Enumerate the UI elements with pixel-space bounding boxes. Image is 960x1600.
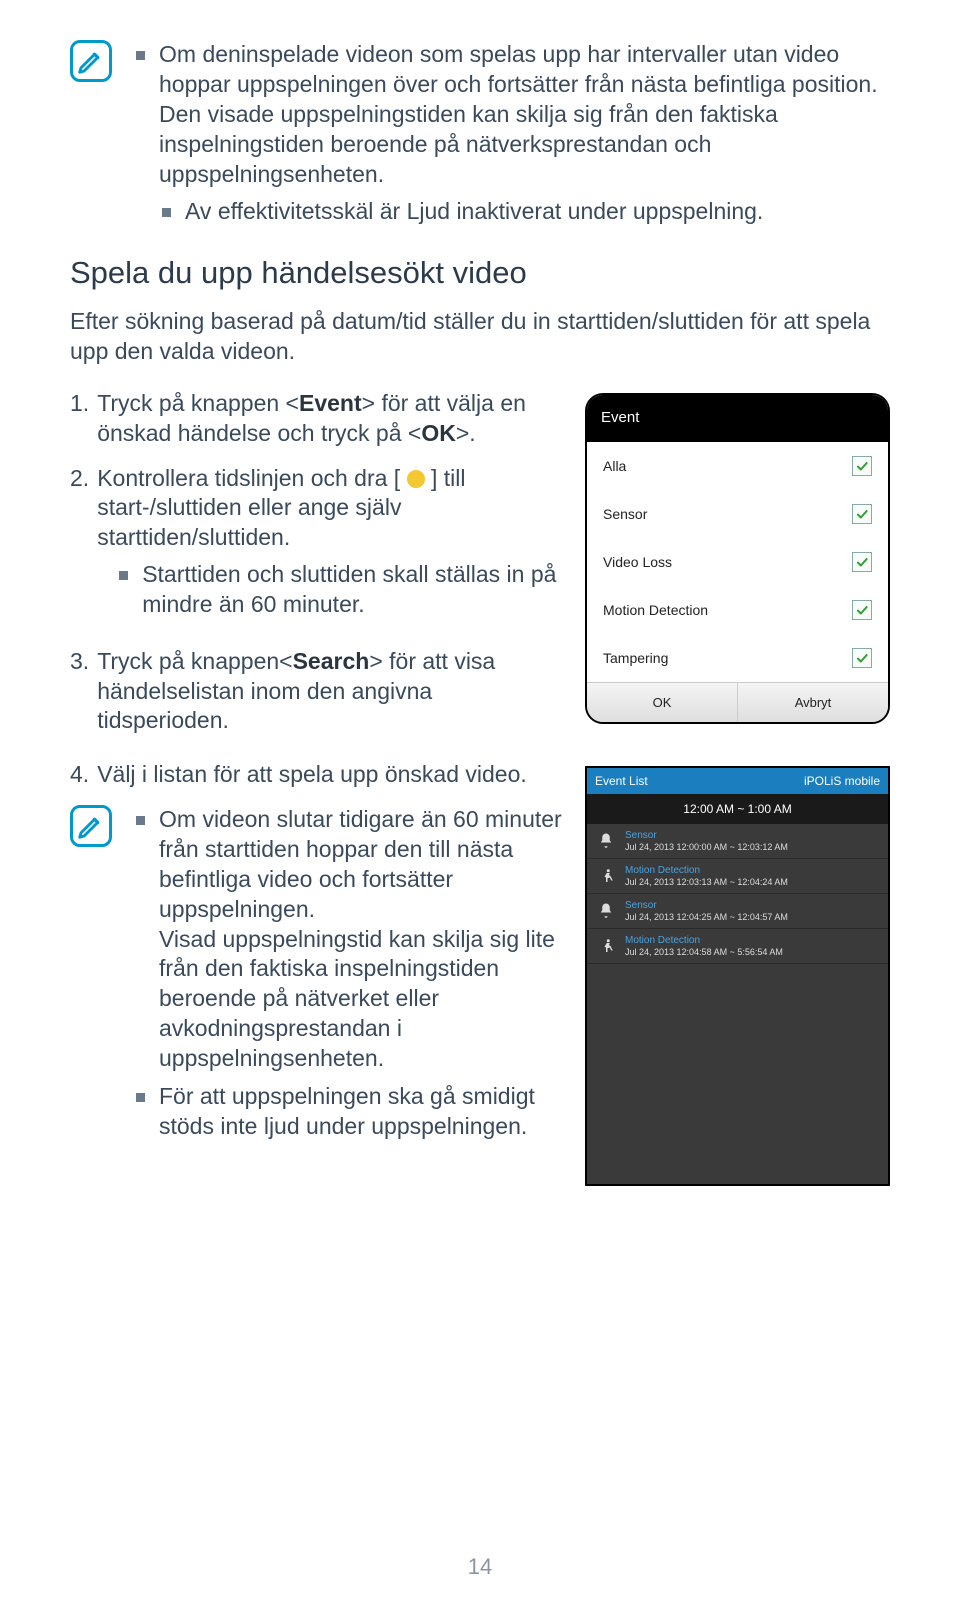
event-row[interactable]: Video Loss bbox=[587, 538, 888, 586]
note-item-2: Av effektivitetsskäl är Ljud inaktiverat… bbox=[162, 197, 890, 227]
time-range-label: 12:00 AM ~ 1:00 AM bbox=[587, 794, 888, 824]
bottom-note-block: Om videon slutar tidigare än 60 minuter … bbox=[70, 805, 565, 1150]
event-row-label: Video Loss bbox=[603, 554, 672, 570]
bottom-note-text-2: För att uppspelningen ska gå smidigt stö… bbox=[159, 1082, 565, 1142]
steps-column: 1. Tryck på knappen <Event> för att välj… bbox=[70, 389, 565, 751]
event-list-panel: Event List iPOLiS mobile 12:00 AM ~ 1:00… bbox=[585, 766, 890, 1186]
list-item-time: Jul 24, 2013 12:04:58 AM ~ 5:56:54 AM bbox=[625, 947, 878, 957]
step-2-sub: Starttiden och sluttiden skall ställas i… bbox=[119, 560, 565, 619]
note-item-1: Om deninspelade videon som spelas upp ha… bbox=[136, 40, 890, 189]
square-bullet-icon bbox=[136, 1093, 145, 1102]
note-text-2: Av effektivitetsskäl är Ljud inaktiverat… bbox=[185, 197, 763, 227]
top-note-block: Om deninspelade videon som spelas upp ha… bbox=[70, 40, 890, 227]
list-item-title: Sensor bbox=[625, 900, 878, 912]
yellow-dot-icon bbox=[407, 470, 425, 488]
event-row-label: Tampering bbox=[603, 650, 668, 666]
list-item[interactable]: Motion DetectionJul 24, 2013 12:04:58 AM… bbox=[587, 929, 888, 964]
step-2: 2. Kontrollera tidslinjen och dra [ ] ti… bbox=[70, 464, 565, 631]
event-panel: Event Alla Sensor Video Loss Motion Detecti… bbox=[585, 393, 890, 724]
event-panel-title: Event bbox=[587, 395, 888, 442]
square-bullet-icon bbox=[136, 816, 145, 825]
bell-icon bbox=[597, 832, 615, 850]
event-row-label: Motion Detection bbox=[603, 602, 708, 618]
motion-icon bbox=[597, 937, 615, 955]
step-4: 4. Välj i listan för att spela upp önska… bbox=[70, 760, 565, 789]
square-bullet-icon bbox=[119, 571, 128, 580]
list-item[interactable]: SensorJul 24, 2013 12:00:00 AM ~ 12:03:1… bbox=[587, 824, 888, 859]
event-row[interactable]: Sensor bbox=[587, 490, 888, 538]
step-1: 1. Tryck på knappen <Event> för att välj… bbox=[70, 389, 565, 448]
square-bullet-icon bbox=[136, 51, 145, 60]
event-row[interactable]: Tampering bbox=[587, 634, 888, 682]
ok-button[interactable]: OK bbox=[587, 683, 738, 722]
step-3: 3. Tryck på knappen<Search> för att visa… bbox=[70, 647, 565, 735]
event-row[interactable]: Motion Detection bbox=[587, 586, 888, 634]
event-row-label: Sensor bbox=[603, 506, 647, 522]
list-item-title: Sensor bbox=[625, 830, 878, 842]
event-list-title: Event List bbox=[595, 774, 648, 788]
pencil-note-icon bbox=[70, 805, 112, 847]
cancel-button[interactable]: Avbryt bbox=[738, 683, 888, 722]
list-item-title: Motion Detection bbox=[625, 865, 878, 877]
motion-icon bbox=[597, 867, 615, 885]
checkbox-checked-icon[interactable] bbox=[852, 456, 872, 476]
section-heading: Spela du upp händelsesökt video bbox=[70, 255, 890, 291]
note-text-1: Om deninspelade videon som spelas upp ha… bbox=[159, 40, 890, 189]
top-note-body: Om deninspelade videon som spelas upp ha… bbox=[136, 40, 890, 227]
list-item-time: Jul 24, 2013 12:00:00 AM ~ 12:03:12 AM bbox=[625, 842, 878, 852]
event-row-label: Alla bbox=[603, 458, 626, 474]
intro-paragraph: Efter sökning baserad på datum/tid ställ… bbox=[70, 307, 890, 367]
brand-label: iPOLiS mobile bbox=[804, 774, 880, 788]
page-number: 14 bbox=[0, 1554, 960, 1580]
list-item[interactable]: SensorJul 24, 2013 12:04:25 AM ~ 12:04:5… bbox=[587, 894, 888, 929]
list-item-time: Jul 24, 2013 12:04:25 AM ~ 12:04:57 AM bbox=[625, 912, 878, 922]
bottom-note-1: Om videon slutar tidigare än 60 minuter … bbox=[136, 805, 565, 1074]
bell-icon bbox=[597, 902, 615, 920]
pencil-note-icon bbox=[70, 40, 112, 82]
list-item-time: Jul 24, 2013 12:03:13 AM ~ 12:04:24 AM bbox=[625, 877, 878, 887]
checkbox-checked-icon[interactable] bbox=[852, 648, 872, 668]
checkbox-checked-icon[interactable] bbox=[852, 600, 872, 620]
list-item-title: Motion Detection bbox=[625, 935, 878, 947]
bottom-note-text-1: Om videon slutar tidigare än 60 minuter … bbox=[159, 805, 565, 1074]
event-row[interactable]: Alla bbox=[587, 442, 888, 490]
bottom-note-2: För att uppspelningen ska gå smidigt stö… bbox=[136, 1082, 565, 1142]
square-bullet-icon bbox=[162, 208, 171, 217]
checkbox-checked-icon[interactable] bbox=[852, 552, 872, 572]
checkbox-checked-icon[interactable] bbox=[852, 504, 872, 524]
list-item[interactable]: Motion DetectionJul 24, 2013 12:03:13 AM… bbox=[587, 859, 888, 894]
